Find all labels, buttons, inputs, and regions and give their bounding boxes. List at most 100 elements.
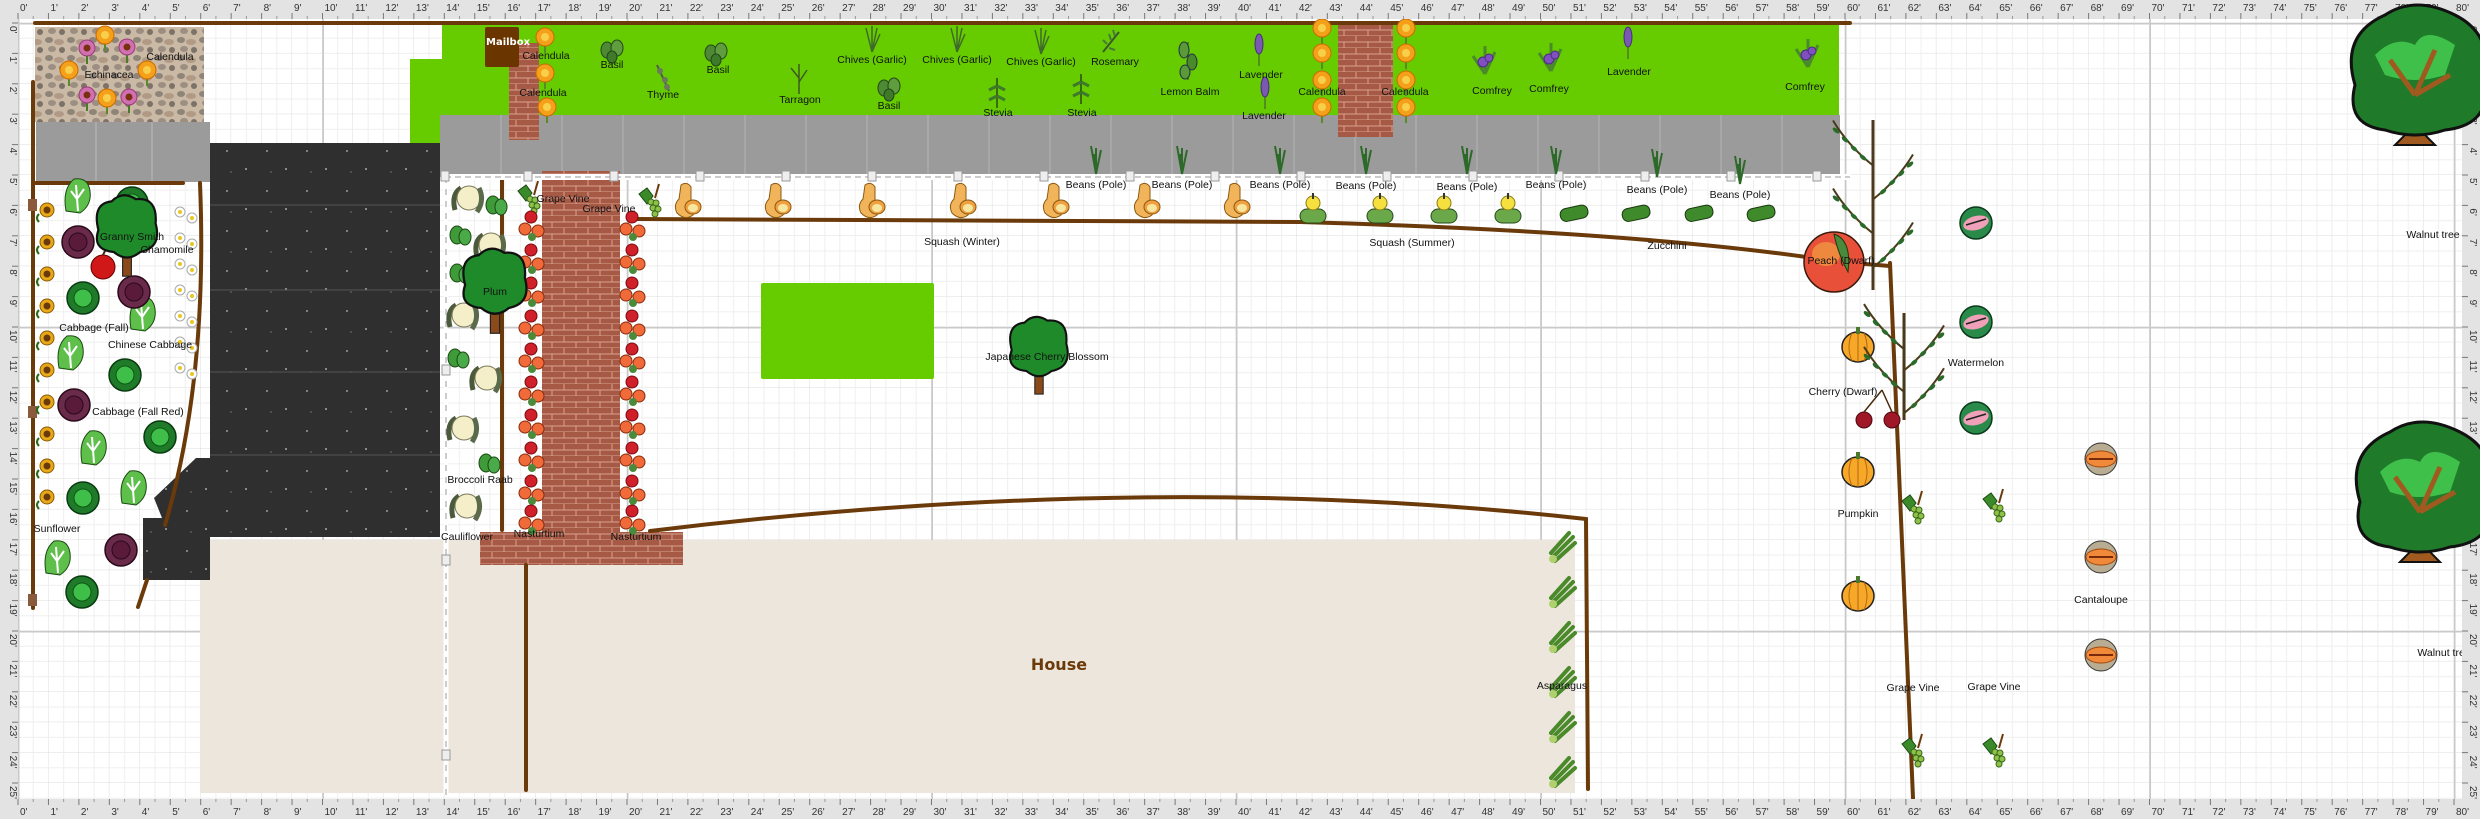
paver-walkway-top[interactable] <box>440 115 1840 177</box>
trellis-handle[interactable] <box>867 170 877 182</box>
plant-label[interactable]: Granny Smith <box>100 231 164 243</box>
plant-label[interactable]: Basil <box>601 59 624 71</box>
plant-label[interactable]: Beans (Pole) <box>1437 181 1498 193</box>
chamomile-icon[interactable] <box>174 362 186 374</box>
plant-label[interactable]: Thyme <box>647 89 679 101</box>
trellis-handle[interactable] <box>953 170 963 182</box>
house[interactable] <box>200 540 1575 793</box>
plant-label[interactable]: Chives (Garlic) <box>922 54 991 66</box>
trellis-handle[interactable] <box>441 749 451 761</box>
plant-label[interactable]: Beans (Pole) <box>1526 179 1587 191</box>
trellis-handle[interactable] <box>441 364 451 376</box>
chamomile-icon[interactable] <box>186 212 198 224</box>
plant-label[interactable]: Tarragon <box>779 94 821 106</box>
plant-label[interactable]: Calendula <box>519 87 566 99</box>
chamomile-icon[interactable] <box>174 258 186 270</box>
plant-label[interactable]: Nasturtium <box>611 531 662 543</box>
plant-label[interactable]: Calendula <box>1298 86 1345 98</box>
chamomile-icon[interactable] <box>174 206 186 218</box>
walnut-tree-icon[interactable] <box>2349 3 2480 146</box>
watermelon-icon[interactable] <box>1959 305 1993 339</box>
plant-label[interactable]: Grape Vine <box>583 203 636 215</box>
trellis-handle[interactable] <box>440 170 450 182</box>
plant-label[interactable]: Chamomile <box>140 244 193 256</box>
lawn-patch[interactable] <box>761 283 934 379</box>
plant-label[interactable]: Asparagus <box>1537 680 1587 692</box>
driveway[interactable] <box>210 143 440 537</box>
plant-label[interactable]: Comfrey <box>1785 81 1825 93</box>
plant-label[interactable]: Basil <box>878 100 901 112</box>
plant-label[interactable]: Japanese Cherry Blossom <box>985 351 1108 363</box>
trellis-handle[interactable] <box>609 170 619 182</box>
plant-label[interactable]: Peach (Dwarf) <box>1807 255 1874 267</box>
plant-label[interactable]: Lemon Balm <box>1161 86 1220 98</box>
plant-label[interactable]: Basil <box>707 64 730 76</box>
trellis-handle[interactable] <box>441 554 451 566</box>
trellis-handle[interactable] <box>1039 170 1049 182</box>
herb-bed-extension[interactable] <box>410 59 444 143</box>
plant-label[interactable]: Cantaloupe <box>2074 594 2128 606</box>
plant-label[interactable]: Cabbage (Fall) <box>59 322 128 334</box>
chamomile-icon[interactable] <box>186 290 198 302</box>
plant-label[interactable]: Grape Vine <box>1887 682 1940 694</box>
garden-planner-canvas[interactable]: Mailbox Calendula Echinacea Calendula Calen… <box>0 0 2480 819</box>
plant-label[interactable]: Squash (Summer) <box>1369 237 1454 249</box>
chamomile-icon[interactable] <box>186 264 198 276</box>
plant-label[interactable]: Broccoli Raab <box>447 474 513 486</box>
plant-label[interactable]: Lavender <box>1239 69 1283 81</box>
plant-label[interactable]: Squash (Winter) <box>924 236 1000 248</box>
watermelon-icon[interactable] <box>1959 206 1993 240</box>
cantaloupe-icon[interactable] <box>2084 638 2118 672</box>
plant-label[interactable]: Chives (Garlic) <box>1006 56 1075 68</box>
trellis-handle[interactable] <box>1812 170 1822 182</box>
plant-label[interactable]: Nasturtium <box>514 528 565 540</box>
plant-label[interactable]: Calendula <box>146 51 193 63</box>
cabbage-icon[interactable] <box>143 420 177 454</box>
plant-label[interactable]: Chinese Cabbage <box>108 339 192 351</box>
chamomile-icon[interactable] <box>186 316 198 328</box>
plant-label[interactable]: Beans (Pole) <box>1336 180 1397 192</box>
cabbage-icon[interactable] <box>66 481 100 515</box>
plant-label[interactable]: Stevia <box>1067 107 1096 119</box>
plant-label[interactable]: Beans (Pole) <box>1066 179 1127 191</box>
cabbage-icon[interactable] <box>108 358 142 392</box>
walnut-tree-icon[interactable] <box>2354 420 2480 563</box>
trellis-handle[interactable] <box>1125 170 1135 182</box>
trellis-handle[interactable] <box>695 170 705 182</box>
plant-label[interactable]: Comfrey <box>1472 85 1512 97</box>
red-cabbage-icon[interactable] <box>57 388 91 422</box>
cantaloupe-icon[interactable] <box>2084 442 2118 476</box>
plant-label[interactable]: Beans (Pole) <box>1710 189 1771 201</box>
plant-label[interactable]: Watermelon <box>1948 357 2004 369</box>
cabbage-icon[interactable] <box>65 575 99 609</box>
plant-label[interactable]: Lavender <box>1607 66 1651 78</box>
plant-label[interactable]: Grape Vine <box>1968 681 2021 693</box>
brick-path[interactable] <box>542 171 620 533</box>
garden-plan[interactable]: Mailbox Calendula Echinacea Calendula Calen… <box>0 0 2480 819</box>
trellis-handle[interactable] <box>781 170 791 182</box>
chamomile-icon[interactable] <box>174 284 186 296</box>
plant-label[interactable]: Lavender <box>1242 110 1286 122</box>
red-cabbage-icon[interactable] <box>61 225 95 259</box>
trellis-handle[interactable] <box>1468 170 1478 182</box>
plant-label[interactable]: Beans (Pole) <box>1152 179 1213 191</box>
brick-pillar-right[interactable] <box>1338 23 1393 137</box>
plant-label[interactable]: Plum <box>483 286 507 298</box>
chamomile-icon[interactable] <box>186 368 198 380</box>
cantaloupe-icon[interactable] <box>2084 540 2118 574</box>
plant-label[interactable]: Cabbage (Fall Red) <box>92 406 184 418</box>
trellis-handle[interactable] <box>1726 170 1736 182</box>
plant-label[interactable]: Rosemary <box>1091 56 1140 68</box>
plant-label[interactable]: Chives (Garlic) <box>837 54 906 66</box>
plant-label[interactable]: Zucchini <box>1647 240 1686 252</box>
trellis-handle[interactable] <box>1640 170 1650 182</box>
cabbage-icon[interactable] <box>66 281 100 315</box>
plant-label[interactable]: Calendula <box>1381 86 1428 98</box>
plant-label[interactable]: Cherry (Dwarf) <box>1809 386 1878 398</box>
plant-label[interactable]: Sunflower <box>34 523 81 535</box>
chamomile-icon[interactable] <box>174 232 186 244</box>
plant-label[interactable]: Calendula <box>522 50 569 62</box>
watermelon-icon[interactable] <box>1959 401 1993 435</box>
plant-label[interactable]: Stevia <box>983 107 1012 119</box>
plant-label[interactable]: Echinacea <box>84 69 133 81</box>
